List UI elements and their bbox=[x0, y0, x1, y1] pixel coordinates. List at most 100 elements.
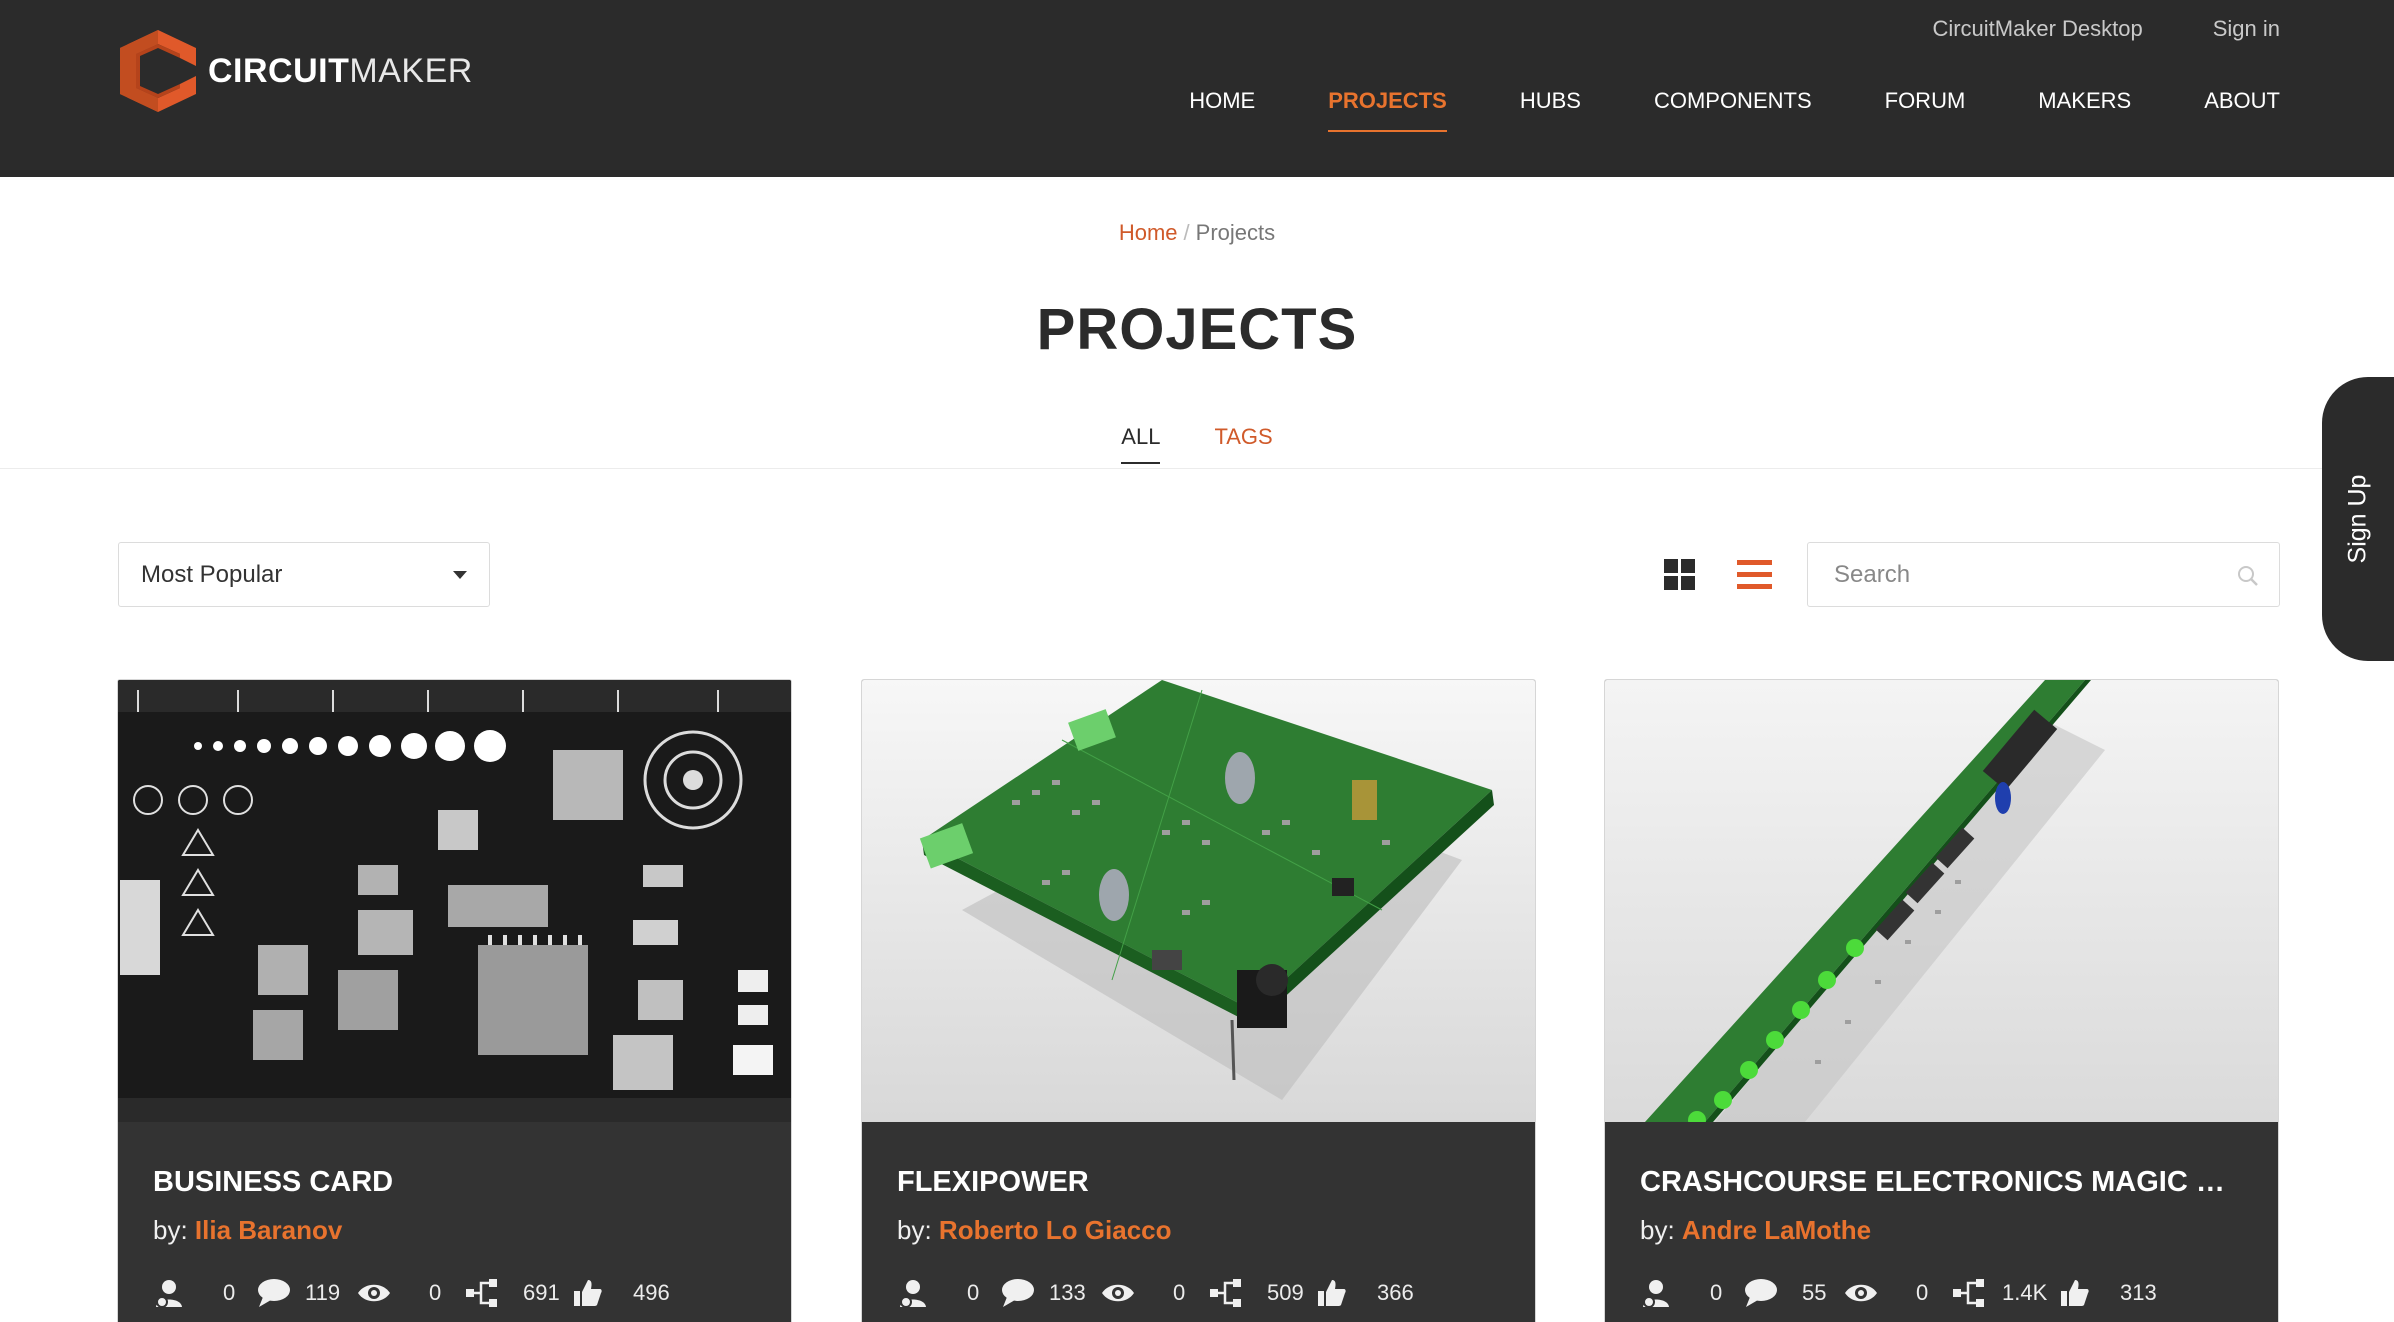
comment-icon bbox=[1745, 1279, 1777, 1307]
breadcrumb-current: Projects bbox=[1195, 220, 1276, 245]
site-header: CIRCUITMAKER CircuitMaker Desktop Sign i… bbox=[0, 0, 2394, 177]
likes-count: 313 bbox=[2120, 1280, 2157, 1305]
breadcrumb-separator: / bbox=[1183, 220, 1190, 245]
stat-likes: 366 bbox=[1317, 1278, 1414, 1308]
tab-all[interactable]: ALL bbox=[1121, 424, 1161, 464]
card-info: FLEXIPOWER by: Roberto Lo Giacco 0 133 0… bbox=[862, 1122, 1535, 1322]
nav-components[interactable]: COMPONENTS bbox=[1654, 88, 1812, 132]
nav-about[interactable]: ABOUT bbox=[2204, 88, 2280, 132]
stat-forks: 0 bbox=[1640, 1278, 1744, 1308]
section-divider bbox=[0, 468, 2394, 469]
comment-icon bbox=[258, 1279, 290, 1307]
project-title[interactable]: CRASHCOURSE ELECTRONICS MAGIC W... bbox=[1640, 1166, 2240, 1199]
stat-components: 1.4K bbox=[1952, 1278, 2060, 1308]
project-stats: 0 55 0 1.4K 313 bbox=[1640, 1278, 2157, 1308]
project-byline: by: Ilia Baranov bbox=[153, 1215, 342, 1246]
nav-projects[interactable]: PROJECTS bbox=[1328, 88, 1447, 132]
components-count: 691 bbox=[523, 1280, 560, 1305]
by-label: by: bbox=[1640, 1215, 1675, 1245]
comments-count: 55 bbox=[1802, 1280, 1827, 1305]
sign-in-link[interactable]: Sign in bbox=[2213, 16, 2280, 42]
eye-icon bbox=[1845, 1284, 1877, 1302]
thumbs-up-icon bbox=[574, 1280, 602, 1306]
sort-selected-value: Most Popular bbox=[141, 560, 283, 588]
nav-forum[interactable]: FORUM bbox=[1885, 88, 1966, 132]
eye-icon bbox=[1102, 1284, 1134, 1302]
project-card[interactable]: CRASHCOURSE ELECTRONICS MAGIC W... by: A… bbox=[1604, 679, 2279, 1322]
brand-bold: CIRCUIT bbox=[208, 51, 350, 90]
user-icon bbox=[156, 1280, 182, 1308]
top-links: CircuitMaker Desktop Sign in bbox=[1932, 16, 2280, 42]
by-label: by: bbox=[897, 1215, 932, 1245]
signup-side-tab[interactable]: Sign Up bbox=[2322, 377, 2394, 661]
stat-components: 509 bbox=[1209, 1278, 1317, 1308]
project-byline: by: Roberto Lo Giacco bbox=[897, 1215, 1172, 1246]
grid-view-icon[interactable] bbox=[1664, 559, 1695, 590]
forks-count: 0 bbox=[1710, 1280, 1723, 1305]
views-count: 0 bbox=[1173, 1280, 1186, 1305]
list-view-icon[interactable] bbox=[1737, 560, 1772, 589]
project-stats: 0 119 0 691 496 bbox=[153, 1278, 670, 1308]
card-info: CRASHCOURSE ELECTRONICS MAGIC W... by: A… bbox=[1605, 1122, 2278, 1322]
likes-count: 366 bbox=[1377, 1280, 1414, 1305]
signup-label: Sign Up bbox=[2343, 474, 2372, 564]
main-nav: HOME PROJECTS HUBS COMPONENTS FORUM MAKE… bbox=[1189, 88, 2280, 132]
views-count: 0 bbox=[1916, 1280, 1929, 1305]
stat-comments: 55 bbox=[1744, 1278, 1844, 1308]
forks-count: 0 bbox=[967, 1280, 980, 1305]
components-count: 1.4K bbox=[2002, 1280, 2048, 1305]
author-link[interactable]: Andre LaMothe bbox=[1682, 1215, 1871, 1245]
likes-count: 496 bbox=[633, 1280, 670, 1305]
components-count: 509 bbox=[1267, 1280, 1304, 1305]
breadcrumb: Home / Projects bbox=[0, 220, 2394, 246]
caret-down-icon bbox=[453, 570, 467, 579]
stat-forks: 0 bbox=[897, 1278, 1001, 1308]
views-count: 0 bbox=[429, 1280, 442, 1305]
circuitmaker-logo[interactable]: CIRCUITMAKER bbox=[118, 28, 473, 114]
search-input[interactable] bbox=[1808, 543, 2198, 606]
hierarchy-icon bbox=[1210, 1279, 1241, 1307]
nav-home[interactable]: HOME bbox=[1189, 88, 1255, 132]
project-thumbnail[interactable] bbox=[862, 680, 1535, 1122]
project-card[interactable]: FLEXIPOWER by: Roberto Lo Giacco 0 133 0… bbox=[861, 679, 1536, 1322]
hierarchy-icon bbox=[466, 1279, 497, 1307]
brand-wordmark: CIRCUITMAKER bbox=[208, 52, 473, 91]
thumbs-up-icon bbox=[2061, 1280, 2089, 1306]
sort-select[interactable]: Most Popular bbox=[118, 542, 490, 607]
project-card[interactable]: BUSINESS CARD by: Ilia Baranov 0 119 0 6… bbox=[117, 679, 792, 1322]
user-icon bbox=[1643, 1280, 1669, 1308]
stat-likes: 313 bbox=[2060, 1278, 2157, 1308]
stat-views: 0 bbox=[357, 1280, 465, 1306]
card-info: BUSINESS CARD by: Ilia Baranov 0 119 0 6… bbox=[118, 1122, 791, 1322]
project-title[interactable]: BUSINESS CARD bbox=[153, 1166, 753, 1199]
project-thumbnail[interactable] bbox=[118, 680, 791, 1122]
forks-count: 0 bbox=[223, 1280, 236, 1305]
tab-tags[interactable]: TAGS bbox=[1214, 424, 1272, 464]
author-link[interactable]: Ilia Baranov bbox=[195, 1215, 342, 1245]
stat-views: 0 bbox=[1101, 1280, 1209, 1306]
circuitmaker-logo-icon bbox=[120, 30, 196, 112]
comment-icon bbox=[1002, 1279, 1034, 1307]
project-stats: 0 133 0 509 366 bbox=[897, 1278, 1414, 1308]
stat-comments: 119 bbox=[257, 1278, 357, 1308]
search-box bbox=[1807, 542, 2280, 607]
thumbs-up-icon bbox=[1318, 1280, 1346, 1306]
author-link[interactable]: Roberto Lo Giacco bbox=[939, 1215, 1172, 1245]
search-icon[interactable] bbox=[2237, 565, 2259, 587]
brand-light: MAKER bbox=[349, 51, 473, 90]
stat-forks: 0 bbox=[153, 1278, 257, 1308]
project-title[interactable]: FLEXIPOWER bbox=[897, 1166, 1497, 1199]
nav-hubs[interactable]: HUBS bbox=[1520, 88, 1581, 132]
page-title: PROJECTS bbox=[1036, 297, 1358, 362]
user-icon bbox=[900, 1280, 926, 1308]
breadcrumb-home[interactable]: Home bbox=[1119, 220, 1178, 245]
stat-views: 0 bbox=[1844, 1280, 1952, 1306]
project-thumbnail[interactable] bbox=[1605, 680, 2278, 1122]
stat-comments: 133 bbox=[1001, 1278, 1101, 1308]
stat-likes: 496 bbox=[573, 1278, 670, 1308]
comments-count: 119 bbox=[305, 1280, 341, 1305]
nav-makers[interactable]: MAKERS bbox=[2038, 88, 2131, 132]
comments-count: 133 bbox=[1049, 1280, 1086, 1305]
project-byline: by: Andre LaMothe bbox=[1640, 1215, 1871, 1246]
desktop-link[interactable]: CircuitMaker Desktop bbox=[1932, 16, 2142, 42]
